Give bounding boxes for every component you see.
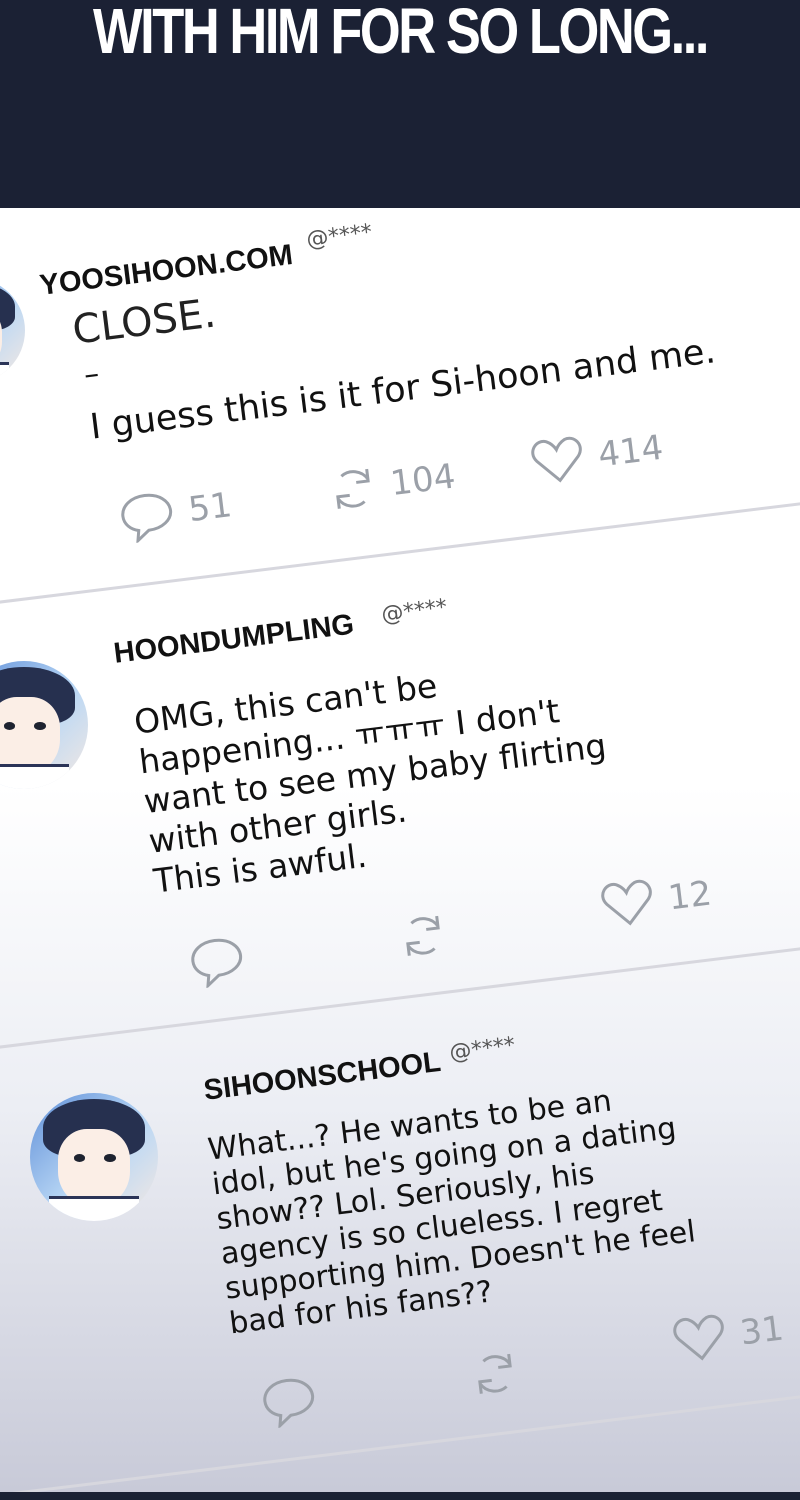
repost-icon [478,1353,512,1394]
comment-action[interactable] [186,931,248,990]
repost-count: 104 [388,456,458,505]
username[interactable]: HOONDUMPLING [112,609,356,671]
comment-count: 51 [186,485,235,531]
comment-action[interactable]: 51 [116,479,235,545]
like-action[interactable]: 12 [598,869,714,930]
username[interactable]: YOOSIHOON.COM [38,239,295,303]
repost-action[interactable]: 104 [326,451,458,518]
heart-icon [531,436,582,483]
repost-action[interactable] [468,1345,522,1402]
like-count: 414 [595,427,666,476]
avatar[interactable] [30,1093,158,1221]
post-text-body: What...? He wants to be an idol, but he'… [206,1083,698,1342]
user-handle: @**** [448,1032,517,1066]
avatar[interactable] [0,278,25,383]
repost-action[interactable] [396,907,450,964]
banner-title: WITH HIM FOR SO LONG... [93,0,709,67]
avatar[interactable] [0,661,88,789]
like-action[interactable]: 31 [670,1304,786,1365]
comment-icon [263,1378,315,1430]
repost-icon [336,468,370,509]
username[interactable]: SIHOONSCHOOL [202,1046,443,1108]
like-count: 31 [737,1308,786,1354]
heart-icon [673,1314,724,1361]
like-action[interactable]: 414 [528,424,666,488]
post-2: HOONDUMPLING @**** OMG, this can't be ha… [0,593,800,1033]
social-feed: YOOSIHOON.COM @**** CLOSE. – I guess thi… [0,205,800,1495]
banner: WITH HIM FOR SO LONG... [0,0,800,205]
user-handle: @**** [305,219,374,253]
post-text-body: OMG, this can't be happening... ㅠㅠㅠ I do… [132,665,609,901]
post-1: YOOSIHOON.COM @**** CLOSE. – I guess thi… [0,208,800,608]
comment-action[interactable] [258,1371,320,1430]
comment-icon [191,938,243,990]
post-text-dash: – [82,356,102,393]
heart-icon [601,879,652,926]
user-handle: @**** [380,594,449,628]
post-3: SIHOONSCHOOL @**** What...? He wants to … [0,1032,800,1492]
repost-icon [406,915,440,956]
post-text-close: CLOSE. [70,290,219,354]
like-count: 12 [665,873,714,919]
comment-icon [121,493,173,545]
